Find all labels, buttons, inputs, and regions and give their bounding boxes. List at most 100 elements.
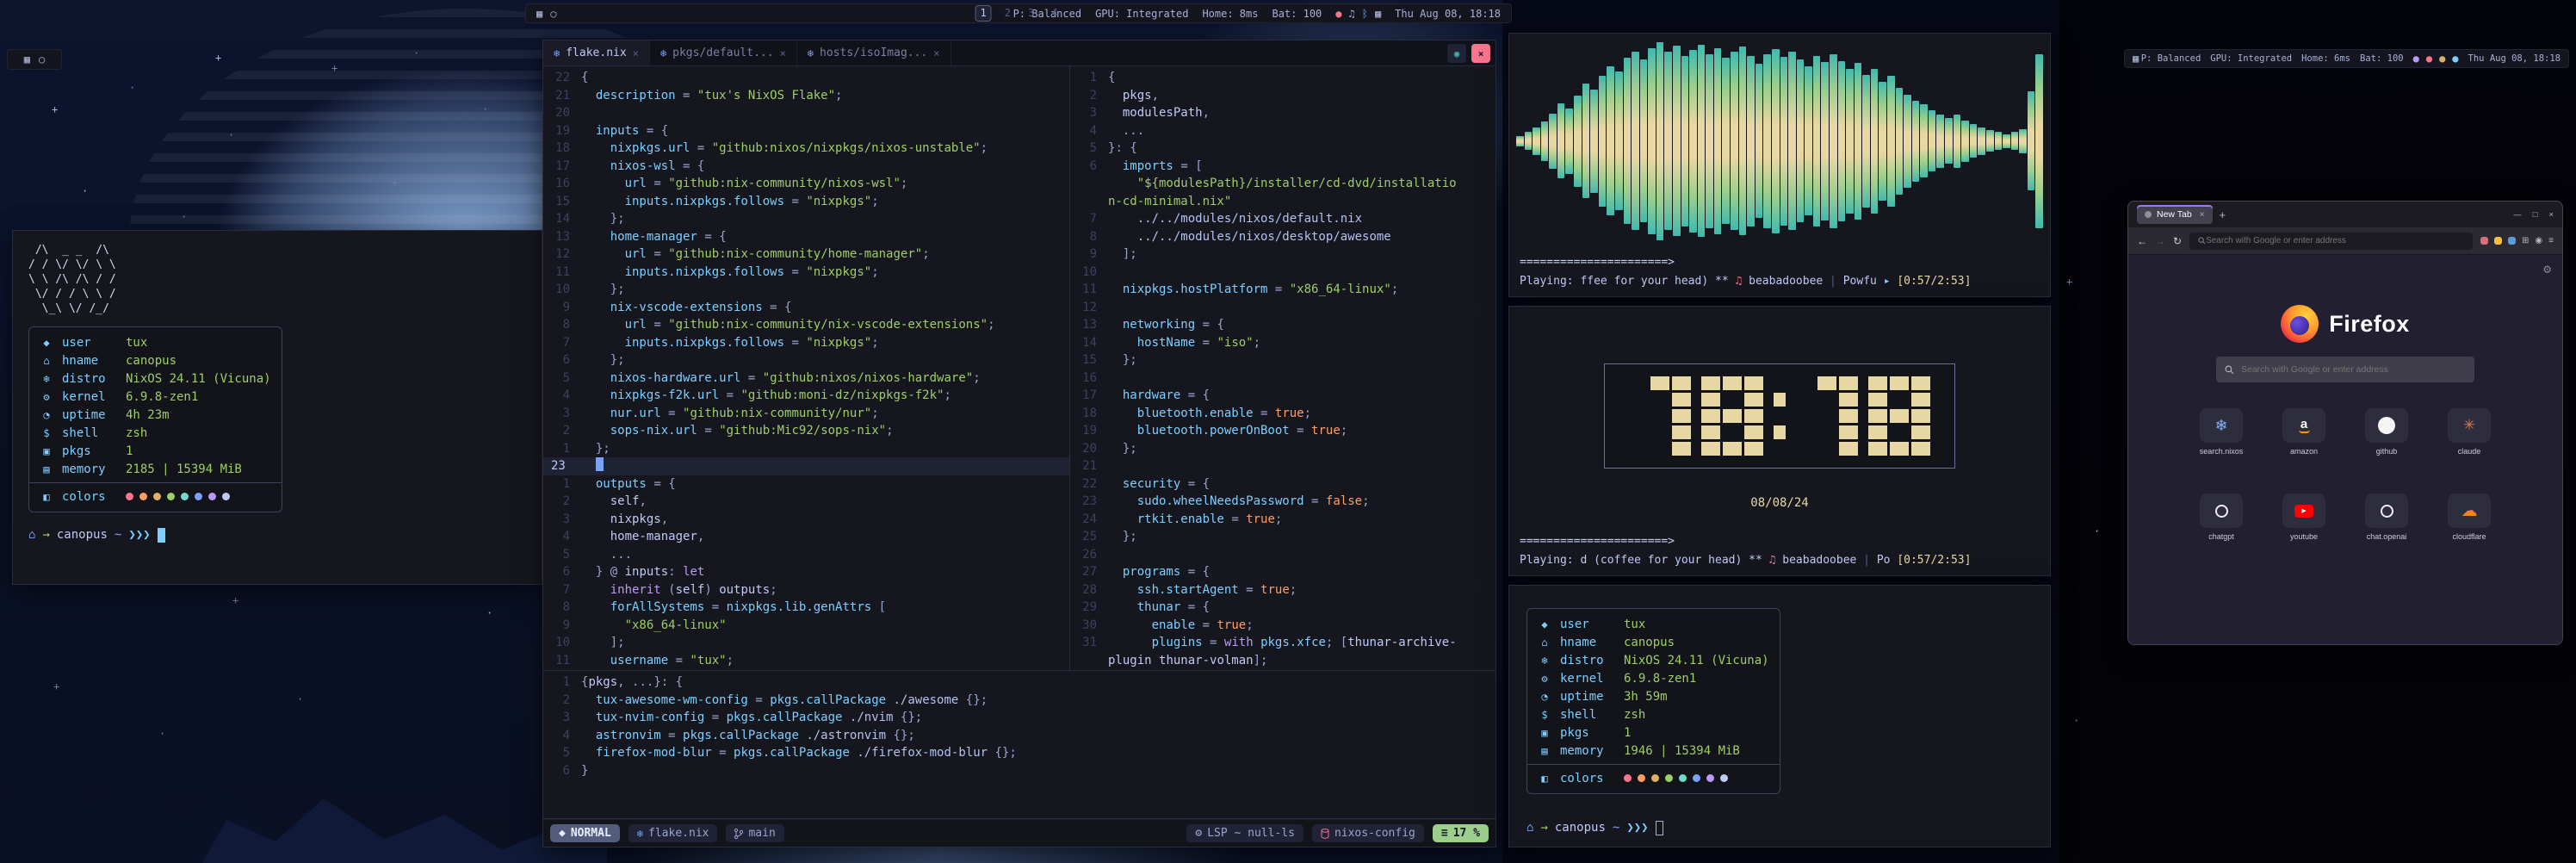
tray-dot-2[interactable]: ● (2426, 53, 2432, 65)
launcher-circle-icon[interactable]: ○ (39, 53, 45, 65)
visualizer-bar (1862, 75, 1870, 208)
now-playing-text: Po (1877, 554, 1897, 567)
tab-close-icon[interactable]: × (933, 47, 939, 59)
visualizer-bar (1541, 121, 1549, 161)
line-number: 23 (1070, 493, 1108, 511)
editor-pane-packages[interactable]: 1{pkgs, ...}: {2 tux-awesome-wm-config =… (543, 671, 1495, 819)
back-button[interactable]: ← (2137, 235, 2147, 247)
line-number: 12 (543, 245, 581, 264)
music-icon[interactable]: ♫ (1349, 8, 1355, 20)
extensions-puzzle-icon[interactable]: ⊞ (2522, 236, 2529, 245)
shortcut-search.nixos[interactable]: ❄search.nixos (2200, 408, 2244, 456)
terminal-window-left[interactable]: /\ _ _ /\ / / \/ \/ \ \ \ \ /\ /\ / / \/… (12, 230, 542, 585)
visualizer-bar (1813, 56, 1821, 227)
cava-music-window[interactable]: ======================> Playing: ffee fo… (1508, 33, 2051, 297)
line-number: 19 (543, 122, 581, 140)
code-line: 1{pkgs, ...}: { (543, 674, 1495, 692)
editor-tab-flake.nix[interactable]: ❄flake.nix× (543, 40, 650, 65)
gpu-status: GPU: Integrated (2210, 53, 2292, 64)
maximize-button[interactable]: □ (2533, 210, 2538, 220)
shortcut-cloudflare[interactable]: ☁cloudflare (2448, 494, 2491, 541)
fetch-row-uptime: ◔uptime3h 59m (1538, 687, 1769, 705)
fetch-label: hname (62, 352, 117, 369)
editor-pane-flake[interactable]: 22{21 description = "tux's NixOS Flake";… (543, 66, 1070, 670)
editor-pane-iso[interactable]: 1{2 pkgs,3 modulesPath,4 ...5}: {6 impor… (1070, 66, 1495, 670)
bluetooth-icon[interactable]: ᛒ (1362, 8, 1368, 20)
launcher-circle-icon[interactable]: ○ (550, 8, 556, 20)
editor-tab-pkgs/default...[interactable]: ❄pkgs/default...× (650, 40, 797, 65)
cloudflare-icon: ☁ (2461, 501, 2478, 521)
code-text: n-cd-minimal.nix" (1108, 193, 1231, 211)
distro-icon: ❄ (1538, 652, 1551, 669)
code-text: url = "github:nix-community/nixos-wsl"; (581, 175, 907, 193)
neovim-window[interactable]: ❄flake.nix×❄pkgs/default...×❄hosts/isoIm… (542, 40, 1496, 847)
shortcut-youtube[interactable]: ▶youtube (2282, 494, 2325, 541)
firefox-tab-new-tab[interactable]: New Tab × (2137, 205, 2213, 224)
app-grid-icon[interactable]: ▦ (24, 53, 30, 65)
prompt-chevrons: ❯❯❯ (128, 526, 150, 543)
shortcut-chatgpt[interactable]: chatgpt (2200, 494, 2243, 541)
line-number: 10 (543, 281, 581, 299)
search-bar[interactable] (2216, 357, 2474, 382)
account-icon[interactable]: ◉ (2535, 236, 2542, 245)
search-input[interactable] (2241, 364, 2466, 375)
firefox-window[interactable]: New Tab × + — □ × ← → ↻ ⊞ ◉ ≡ (2127, 201, 2563, 645)
tab-close-icon[interactable]: × (2200, 210, 2205, 220)
keyboard-icon[interactable]: ▦ (1375, 8, 1381, 20)
code-line: 30 enable = true; (1070, 617, 1495, 635)
menu-icon[interactable]: ≡ (2548, 236, 2554, 245)
prompt-path: ~ (1613, 819, 1619, 836)
toggle-button[interactable]: ◉ (1447, 44, 1466, 63)
fetch-value: 3h 59m (1624, 688, 1668, 705)
line-number: 10 (1070, 264, 1108, 282)
clock-cell (1650, 425, 1669, 439)
clock-cell (1629, 393, 1648, 407)
line-number: 2 (543, 422, 581, 440)
shortcut-amazon[interactable]: aamazon (2282, 408, 2325, 456)
tab-close-icon[interactable]: × (780, 47, 786, 59)
line-number: 5 (543, 744, 581, 762)
forward-button[interactable]: → (2155, 235, 2165, 247)
workspace-3[interactable]: 3 (1024, 6, 1038, 21)
now-playing-text: ** (1715, 275, 1735, 288)
clock-window[interactable]: 08/08/24 ======================> Playing… (1508, 306, 2051, 576)
visualizer-bar (1549, 114, 1557, 169)
terminal-window-right[interactable]: ◆usertux⌂hnamecanopus❄distroNixOS 24.11 … (1508, 585, 2051, 847)
clock-cell (1796, 425, 1815, 439)
extension-icon-1[interactable] (2480, 237, 2488, 245)
workspace-4[interactable]: 4 (1047, 6, 1062, 21)
record-icon[interactable]: ● (1335, 8, 1341, 20)
app-grid-icon[interactable]: ▦ (2133, 53, 2139, 65)
close-button[interactable]: × (2548, 210, 2554, 220)
tray-dot-4[interactable]: ● (2452, 53, 2458, 65)
close-buffer-button[interactable]: × (1471, 44, 1490, 63)
line-number: 6 (543, 351, 581, 369)
workspace-1[interactable]: 1 (975, 5, 992, 22)
code-line: 9 nix-vscode-extensions = { (543, 299, 1069, 317)
project-chip: nixos-config (1312, 824, 1424, 842)
shortcut-chat.openai[interactable]: chat.openai (2365, 494, 2408, 541)
code-line: 19 bluetooth.powerOnBoot = true; (1070, 422, 1495, 440)
shortcut-github[interactable]: github (2365, 408, 2408, 456)
fetch-row-kernel: ⚙kernel6.9.8-zen1 (1538, 669, 1769, 687)
tray-dot-3[interactable]: ● (2439, 53, 2445, 65)
tab-close-icon[interactable]: × (633, 47, 639, 59)
shortcut-claude[interactable]: ✳claude (2448, 408, 2491, 456)
reload-button[interactable]: ↻ (2173, 235, 2182, 247)
address-input[interactable] (2206, 236, 2464, 245)
tray-dot-1[interactable]: ● (2413, 53, 2419, 65)
editor-tab-hosts/isoImag...[interactable]: ❄hosts/isoImag...× (797, 40, 951, 65)
shell-prompt[interactable]: ⌂→canopus~❯❯❯ (1526, 819, 1663, 836)
minimize-button[interactable]: — (2513, 210, 2522, 220)
address-bar[interactable] (2189, 233, 2473, 250)
code-text (581, 457, 604, 475)
shell-prompt[interactable]: ⌂→canopus~❯❯❯ (28, 526, 526, 543)
workspace-2[interactable]: 2 (1000, 6, 1015, 21)
shortcut-icon-box: ✳ (2448, 408, 2491, 443)
app-grid-icon[interactable]: ▦ (536, 8, 542, 20)
personalize-gear-icon[interactable]: ⚙ (2542, 264, 2552, 276)
extension-icon-2[interactable] (2494, 237, 2502, 245)
extension-icon-3[interactable] (2508, 237, 2516, 245)
new-tab-button[interactable]: + (2220, 208, 2226, 221)
star: · (181, 211, 187, 223)
